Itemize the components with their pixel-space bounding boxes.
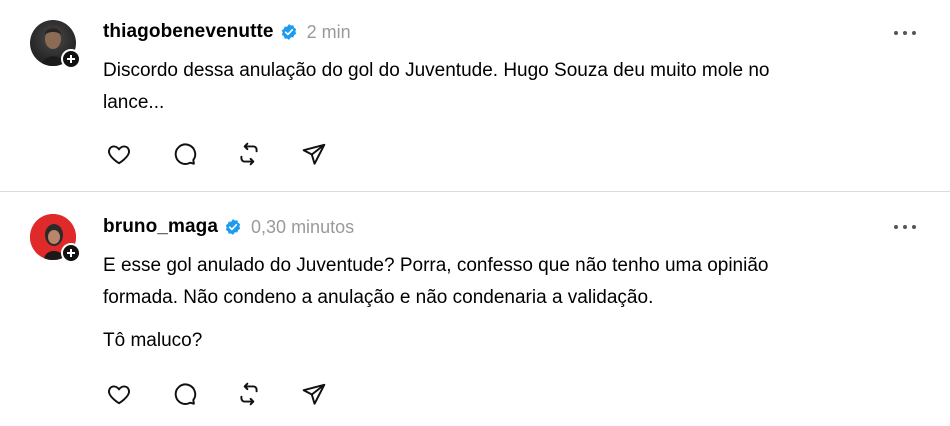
post-header: bruno_maga 0,30 minutos (103, 215, 354, 239)
follow-plus-icon[interactable] (61, 243, 81, 263)
post-text-line: lance... (103, 92, 165, 113)
post: thiagobenevenutte 2 min Discordo dessa a… (0, 0, 950, 191)
heart-icon[interactable] (105, 140, 133, 168)
post-text: Tô maluco? (103, 325, 903, 357)
share-icon[interactable] (300, 140, 328, 168)
verified-badge-icon (225, 219, 241, 235)
share-icon[interactable] (300, 380, 328, 408)
username[interactable]: thiagobenevenutte (103, 21, 274, 43)
more-icon[interactable] (894, 216, 916, 238)
verified-badge-icon (281, 24, 296, 40)
more-icon[interactable] (894, 22, 916, 44)
post-text-line: formada. Não condeno a anulação e não co… (103, 287, 654, 308)
post-text-line: E esse gol anulado do Juventude? Porra, … (103, 255, 769, 276)
comment-icon[interactable] (170, 380, 198, 408)
repost-icon[interactable] (235, 380, 263, 408)
repost-icon[interactable] (235, 140, 263, 168)
heart-icon[interactable] (105, 380, 133, 408)
post-text: Discordo dessa anulação do gol do Juvent… (103, 55, 903, 119)
username[interactable]: bruno_maga (103, 216, 218, 238)
avatar[interactable] (30, 214, 81, 263)
post-text-line: Discordo dessa anulação do gol do Juvent… (103, 60, 770, 81)
post-actions (105, 380, 365, 408)
post-actions (105, 140, 365, 168)
follow-plus-icon[interactable] (61, 49, 81, 69)
post-header: thiagobenevenutte 2 min (103, 20, 351, 44)
comment-icon[interactable] (170, 140, 198, 168)
post-time[interactable]: 0,30 minutos (251, 217, 354, 238)
avatar[interactable] (30, 20, 81, 69)
post-text-line: Tô maluco? (103, 330, 203, 351)
post: bruno_maga 0,30 minutos E esse gol anula… (0, 192, 950, 426)
post-text: E esse gol anulado do Juventude? Porra, … (103, 250, 903, 314)
post-time[interactable]: 2 min (307, 22, 351, 43)
